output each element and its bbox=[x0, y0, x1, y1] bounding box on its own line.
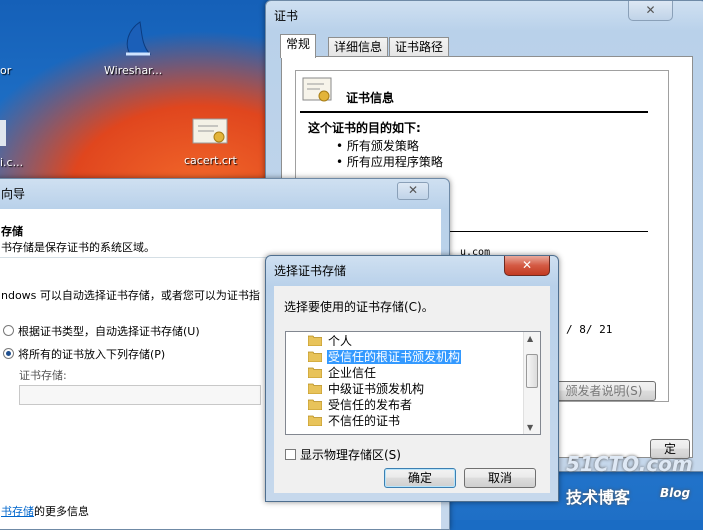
radio-indicator bbox=[3, 325, 14, 336]
radio-indicator bbox=[3, 348, 14, 359]
dialog-prompt: 选择要使用的证书存储(C)。 bbox=[284, 300, 434, 314]
intro-text: ndows 可以自动选择证书存储，或者您可以为证书指 bbox=[1, 289, 260, 302]
wireshark-icon bbox=[126, 21, 152, 56]
desktop-icon-cacert[interactable]: cacert.crt bbox=[178, 116, 258, 176]
store-item[interactable]: 个人 bbox=[307, 334, 353, 349]
purpose-item: • 所有应用程序策略 bbox=[336, 155, 443, 169]
desktop-icon-label: cacert.crt bbox=[184, 154, 237, 167]
store-item[interactable]: 受信任的发布者 bbox=[307, 398, 413, 413]
store-label: 受信任的根证书颁发机构 bbox=[327, 350, 462, 364]
valid-date-value: / 8/ 21 bbox=[566, 323, 613, 336]
purpose-text: 所有颁发策略 bbox=[346, 139, 419, 153]
dialog-title: 选择证书存储 bbox=[274, 264, 347, 278]
certificate-icon bbox=[302, 77, 332, 102]
cancel-button[interactable]: 取消 bbox=[464, 468, 536, 488]
more-info-suffix: 的更多信息 bbox=[34, 505, 89, 518]
watermark-blog-cn: 技术博客 bbox=[566, 488, 631, 507]
radio-label: 根据证书类型，自动选择证书存储(U) bbox=[18, 325, 200, 338]
purpose-item: • 所有颁发策略 bbox=[336, 139, 419, 153]
desktop-icon-wireshark[interactable]: Wireshar... bbox=[100, 18, 180, 80]
close-button[interactable]: ✕ bbox=[504, 256, 550, 276]
store-label: 受信任的发布者 bbox=[328, 398, 413, 412]
close-button[interactable]: ✕ bbox=[628, 1, 673, 21]
folder-icon bbox=[307, 399, 323, 411]
radio-place-all[interactable]: 将所有的证书放入下列存储(P) bbox=[3, 346, 165, 362]
checkbox-label: 显示物理存储区(S) bbox=[300, 448, 401, 462]
select-store-dialog: 选择证书存储 ✕ 选择要使用的证书存储(C)。 个人 受信任的根证书颁发机构 企… bbox=[265, 255, 559, 502]
section-description: 书存储是保存证书的系统区域。 bbox=[1, 241, 155, 254]
desktop-icon-label: Wireshar... bbox=[104, 64, 163, 77]
divider bbox=[300, 111, 648, 113]
more-info-text: 书存储的更多信息 bbox=[1, 503, 89, 519]
store-tree[interactable]: 个人 受信任的根证书颁发机构 企业信任 中级证书颁发机构 受信任的发布者 不信任… bbox=[285, 331, 541, 435]
folder-icon bbox=[307, 367, 323, 379]
dialog-body: 选择要使用的证书存储(C)。 个人 受信任的根证书颁发机构 企业信任 中级证书颁… bbox=[274, 286, 550, 493]
cert-heading: 证书信息 bbox=[346, 91, 395, 105]
desktop-edge-label: i.c... bbox=[0, 156, 24, 169]
store-label: 证书存储: bbox=[19, 369, 67, 382]
scroll-thumb[interactable] bbox=[526, 354, 538, 388]
store-label: 不信任的证书 bbox=[328, 414, 401, 428]
store-label: 中级证书颁发机构 bbox=[328, 382, 425, 396]
tab-cert-path[interactable]: 证书路径 bbox=[389, 37, 450, 57]
certificate-icon bbox=[192, 118, 228, 144]
store-item[interactable]: 不信任的证书 bbox=[307, 414, 401, 429]
issuer-statement-button[interactable]: 颁发者说明(S) bbox=[552, 381, 656, 401]
store-field[interactable] bbox=[19, 385, 261, 405]
desktop-edge-icon bbox=[0, 120, 6, 146]
section-title: 存储 bbox=[1, 225, 23, 238]
store-label: 个人 bbox=[328, 334, 353, 348]
purpose-title: 这个证书的目的如下: bbox=[308, 121, 421, 135]
scroll-up-arrow[interactable]: ▲ bbox=[527, 334, 533, 343]
window-title: 向导 bbox=[1, 187, 26, 201]
cert-store-link[interactable]: 书存储 bbox=[1, 505, 34, 518]
tab-general[interactable]: 常规 bbox=[280, 34, 317, 58]
window-title: 证书 bbox=[274, 9, 299, 23]
close-button[interactable]: ✕ bbox=[397, 182, 429, 200]
store-item[interactable]: 受信任的根证书颁发机构 bbox=[307, 350, 462, 365]
desktop-edge-label: or bbox=[0, 64, 12, 77]
folder-icon bbox=[307, 415, 323, 427]
purpose-text: 所有应用程序策略 bbox=[346, 155, 443, 169]
scroll-down-arrow[interactable]: ▼ bbox=[527, 423, 533, 432]
store-item[interactable]: 企业信任 bbox=[307, 366, 377, 381]
folder-icon bbox=[307, 383, 323, 395]
show-physical-checkbox[interactable]: 显示物理存储区(S) bbox=[285, 446, 401, 463]
folder-icon bbox=[307, 335, 323, 347]
store-label: 企业信任 bbox=[328, 366, 377, 380]
watermark-site: 51CTO.com bbox=[566, 452, 693, 476]
watermark-blog-en: Blog bbox=[660, 486, 691, 500]
radio-label: 将所有的证书放入下列存储(P) bbox=[18, 348, 166, 361]
tab-details[interactable]: 详细信息 bbox=[328, 37, 389, 57]
ok-button[interactable]: 确定 bbox=[384, 468, 456, 488]
folder-icon bbox=[307, 351, 323, 363]
store-item[interactable]: 中级证书颁发机构 bbox=[307, 382, 425, 397]
checkbox-indicator bbox=[285, 449, 296, 460]
radio-auto-select[interactable]: 根据证书类型，自动选择证书存储(U) bbox=[3, 323, 200, 339]
vertical-scrollbar[interactable]: ▲ ▼ bbox=[523, 332, 540, 434]
